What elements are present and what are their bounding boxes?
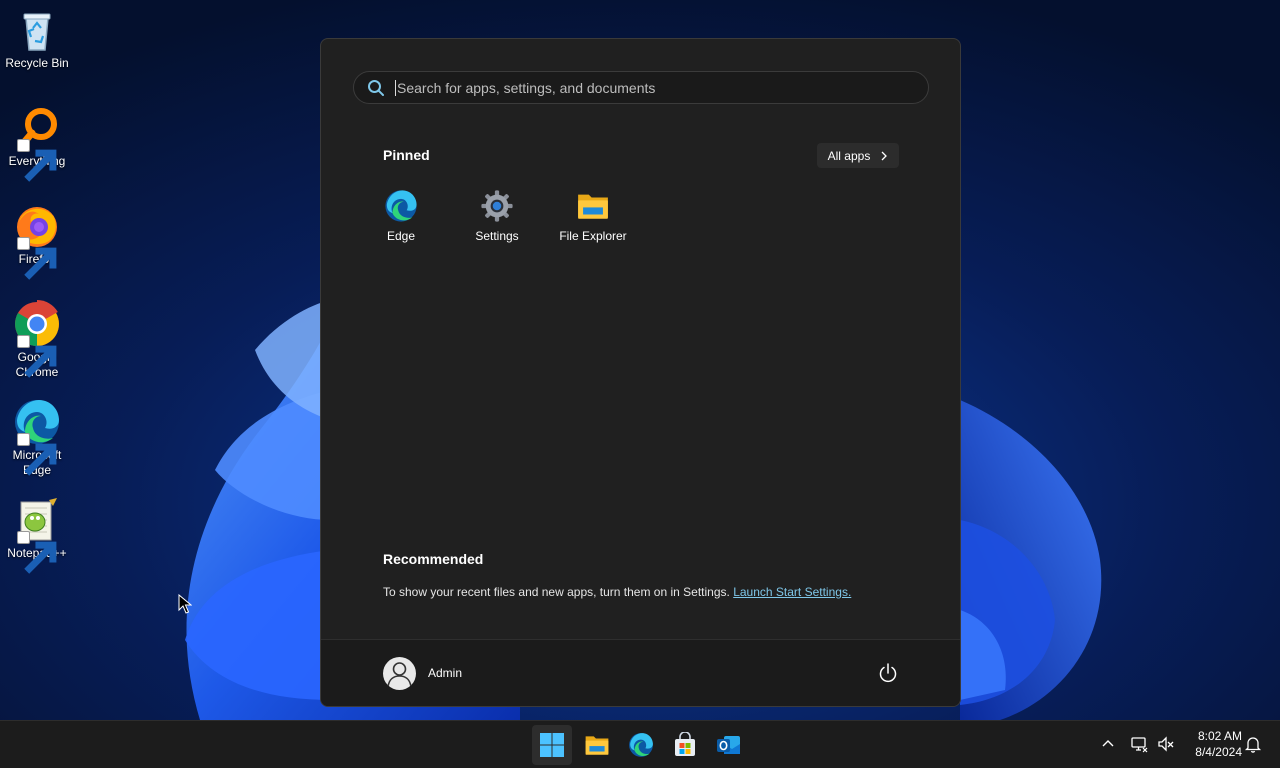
power-icon[interactable] [877,662,899,684]
shortcut-arrow-icon [17,139,57,182]
notepad-plus-plus-icon [13,496,61,574]
desktop-icon-google-chrome[interactable]: Google Chrome [2,300,72,380]
desktop-icon-firefox[interactable]: Firefox [2,202,72,280]
start-menu-footer: Admin [321,639,960,706]
start-icon [540,733,564,757]
desktop-icon-microsoft-edge[interactable]: Microsoft Edge [2,398,72,478]
network-icon[interactable] [1130,735,1148,753]
notification-bell-icon[interactable] [1244,735,1262,753]
volume-muted-icon[interactable] [1157,735,1175,753]
outlook-icon [717,736,740,754]
mouse-pointer-icon [178,594,192,614]
shortcut-arrow-icon [17,237,57,280]
search-icon [368,79,384,96]
desktop-icon-notepad-plus-plus[interactable]: Notepad++ [2,496,72,574]
launch-start-settings-link[interactable]: Launch Start Settings. [733,585,851,599]
desktop-icon-everything[interactable]: Everything [2,104,72,182]
all-apps-button[interactable]: All apps [817,143,899,168]
shortcut-arrow-icon [17,433,57,476]
pinned-app-settings[interactable]: Settings [451,189,543,249]
recommended-message-text: To show your recent files and new apps, … [383,585,734,599]
edge-icon [629,733,653,757]
recycle-bin-icon [13,6,61,54]
microsoft-store-icon [675,732,695,756]
search-input[interactable] [396,72,928,103]
taskbar-start-button[interactable] [532,725,572,765]
shortcut-arrow-icon [17,531,57,574]
settings-gear-icon [481,190,513,222]
desktop-icon-recycle-bin[interactable]: Recycle Bin [2,6,72,71]
taskbar-file-explorer-button[interactable] [577,725,617,765]
file-explorer-icon [578,194,608,219]
taskbar: 8:02 AM 8/4/2024 [0,720,1280,768]
everything-search-icon [13,104,61,182]
chevron-right-icon [881,151,888,160]
pinned-app-file-explorer[interactable]: File Explorer [547,189,639,249]
taskbar-outlook-button[interactable] [709,725,749,765]
user-account-button[interactable]: Admin [383,656,462,690]
taskbar-microsoft-store-button[interactable] [665,725,705,765]
chrome-icon [13,300,61,378]
pinned-app-label: Settings [475,229,519,243]
recommended-message: To show your recent files and new apps, … [383,585,851,599]
pinned-section-title: Pinned [383,147,430,163]
pinned-app-label: File Explorer [559,229,627,243]
show-hidden-icons-chevron-up-icon[interactable] [1099,735,1117,753]
file-explorer-icon [585,736,609,755]
pinned-app-edge[interactable]: Edge [355,189,447,249]
user-name: Admin [428,666,463,680]
search-box[interactable] [353,71,929,104]
clock-time: 8:02 AM [1197,729,1242,743]
recommended-section-title: Recommended [383,551,484,567]
user-avatar-icon [383,656,416,690]
shortcut-arrow-icon [17,335,57,378]
clock-date: 8/4/2024 [1195,745,1242,759]
start-menu: Pinned All apps Edge Settings [320,38,961,707]
firefox-icon [13,202,61,280]
desktop-icon-label: Recycle Bin [5,56,69,70]
taskbar-edge-button[interactable] [621,725,661,765]
edge-icon [13,398,61,476]
taskbar-clock[interactable]: 8:02 AM 8/4/2024 [1184,728,1242,760]
edge-icon [385,190,417,222]
pinned-app-label: Edge [386,229,416,243]
all-apps-label: All apps [827,148,871,163]
